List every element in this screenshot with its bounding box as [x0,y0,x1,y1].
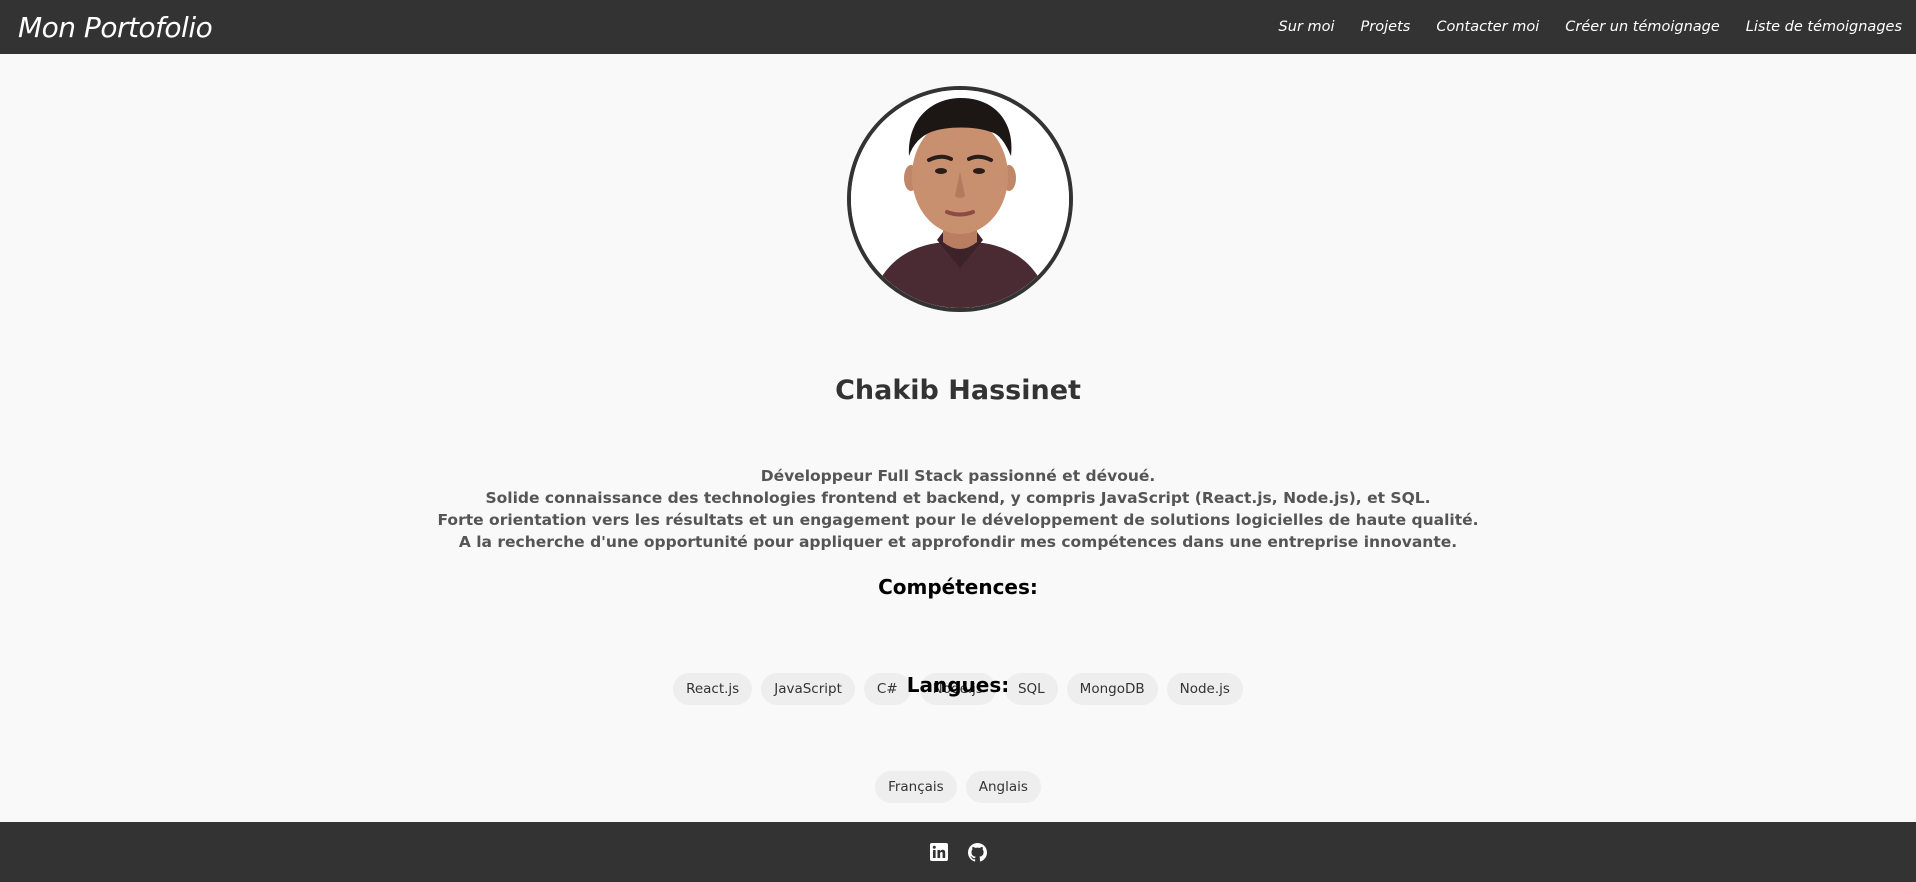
nav-link-liste-temoignages[interactable]: Liste de témoignages [1746,19,1902,35]
github-icon[interactable] [967,842,987,862]
nav-link-sur-moi[interactable]: Sur moi [1279,19,1335,35]
bio-line: Solide connaissance des technologies fro… [485,489,1431,507]
languages-list: Français Anglais [0,771,1916,803]
languages-title: Langues: [906,673,1010,697]
profile-avatar [847,86,1073,312]
nav-link-creer-temoignage[interactable]: Créer un témoignage [1565,19,1720,35]
nav-link-contacter-moi[interactable]: Contacter moi [1436,19,1539,35]
profile-bio: Développeur Full Stack passionné et dévo… [0,465,1916,553]
bio-line: A la recherche d'une opportunité pour ap… [458,533,1458,551]
brand-logo[interactable]: Mon Portofolio [18,11,213,44]
profile-name: Chakib Hassinet [835,375,1081,406]
language-tag: Anglais [965,771,1041,803]
profile-photo [851,90,1069,308]
main-content: Chakib Hassinet Développeur Full Stack p… [0,54,1916,822]
footer [0,822,1916,882]
linkedin-icon[interactable] [929,842,949,862]
nav-links: Sur moi Projets Contacter moi Créer un t… [1253,19,1902,35]
language-tag: Français [875,771,957,803]
nav-link-projets[interactable]: Projets [1361,19,1411,35]
bio-line: Forte orientation vers les résultats et … [437,511,1479,529]
bio-line: Développeur Full Stack passionné et dévo… [760,467,1156,485]
skills-title: Compétences: [878,575,1038,599]
navbar: Mon Portofolio Sur moi Projets Contacter… [0,0,1916,54]
